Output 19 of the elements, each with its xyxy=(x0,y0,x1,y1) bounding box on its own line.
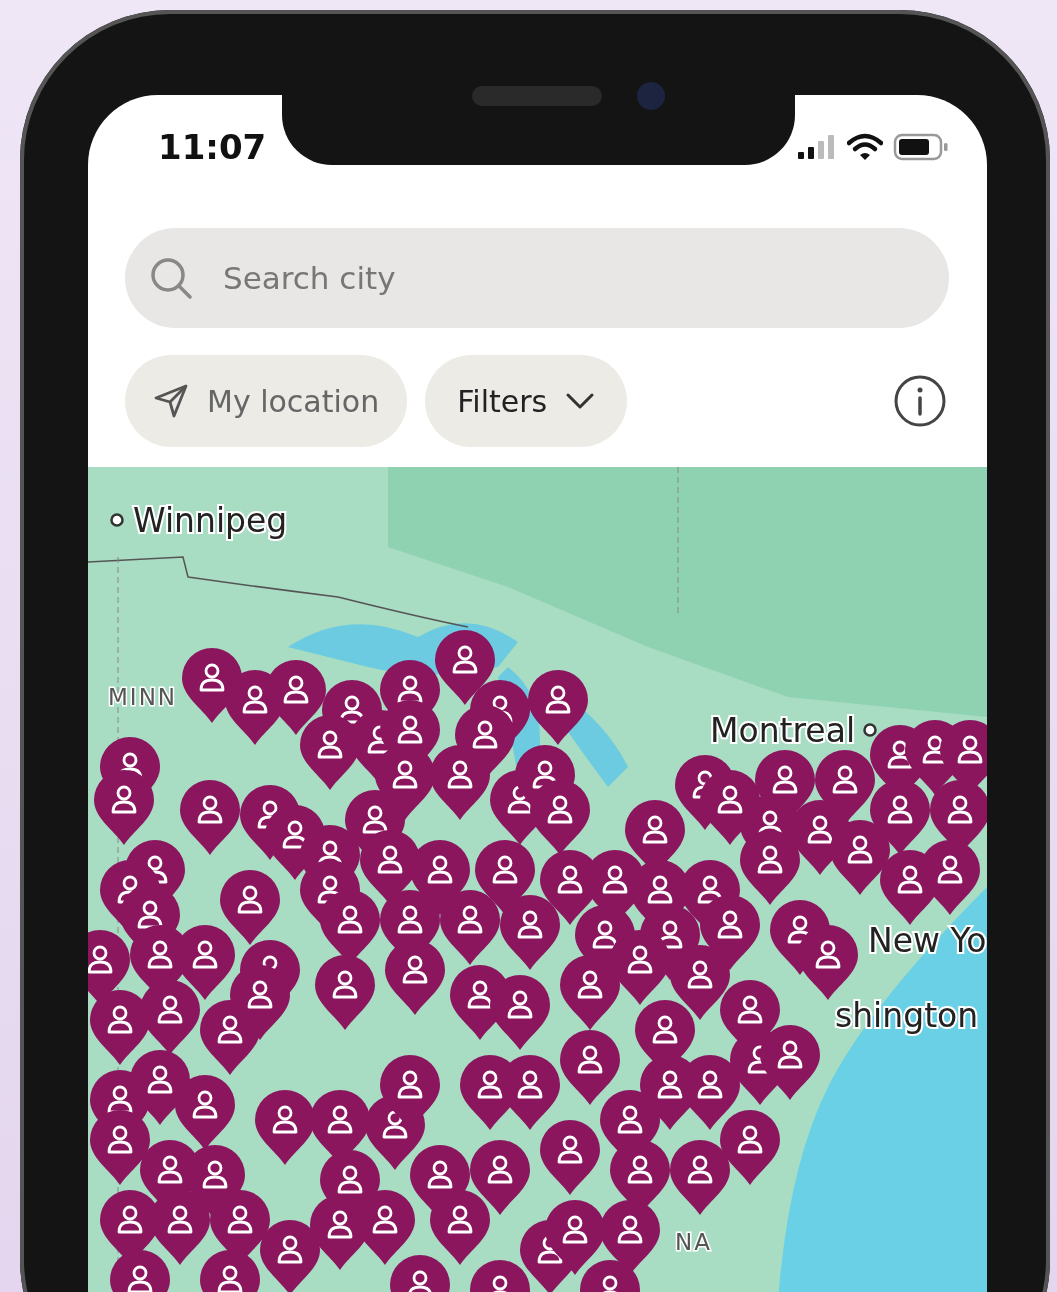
search-field[interactable]: Search city xyxy=(125,228,949,328)
signal-icon xyxy=(797,134,837,160)
filters-button[interactable]: Filters xyxy=(425,355,628,447)
city-label: Montreal xyxy=(710,711,877,750)
chevron-down-icon xyxy=(565,391,596,411)
city-label: New Yo xyxy=(868,921,987,960)
search-icon xyxy=(149,256,193,300)
camera-dot xyxy=(637,82,665,110)
status-time: 11:07 xyxy=(158,127,267,167)
battery-icon xyxy=(893,133,949,161)
navigation-arrow-icon xyxy=(153,383,189,419)
map[interactable]: Winnipeg MINN Montreal New Yo shington NA xyxy=(88,467,987,1292)
info-icon[interactable] xyxy=(893,374,947,428)
city-label: Winnipeg xyxy=(110,501,288,540)
city-label: shington xyxy=(835,996,979,1035)
my-location-button[interactable]: My location xyxy=(125,355,408,447)
wifi-icon xyxy=(847,133,883,161)
region-label: NA xyxy=(675,1229,712,1255)
region-label: MINN xyxy=(108,684,178,710)
